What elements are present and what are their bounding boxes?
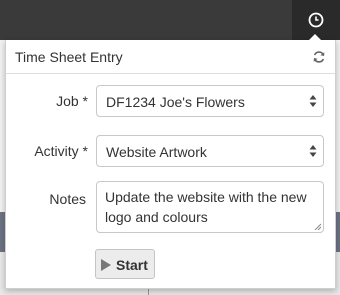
activity-label: Activity * xyxy=(34,143,88,159)
activity-required-mark: * xyxy=(82,143,88,159)
job-required-mark: * xyxy=(82,93,88,109)
activity-select-value: Website Artwork xyxy=(106,144,207,160)
job-label: Job * xyxy=(56,93,88,109)
resize-handle-icon[interactable] xyxy=(314,223,321,230)
job-select-value: DF1234 Joe's Flowers xyxy=(106,94,245,110)
start-button[interactable]: Start xyxy=(95,249,155,279)
start-button-label: Start xyxy=(116,257,148,273)
job-select[interactable]: DF1234 Joe's Flowers xyxy=(96,85,324,117)
popover-caret xyxy=(309,34,321,40)
notes-value: Update the website with the new logo and… xyxy=(105,189,307,225)
popover-header: Time Sheet Entry xyxy=(6,40,335,74)
select-arrows-icon xyxy=(309,95,317,107)
timesheet-popover: Time Sheet Entry Job * DF1234 Joe's Flow… xyxy=(5,40,336,289)
clock-icon xyxy=(308,12,324,28)
select-arrows-icon xyxy=(309,145,317,157)
top-bar xyxy=(0,0,340,40)
popover-title: Time Sheet Entry xyxy=(15,49,123,65)
refresh-icon[interactable] xyxy=(312,50,326,64)
notes-textarea[interactable]: Update the website with the new logo and… xyxy=(96,181,324,233)
play-icon xyxy=(101,259,111,271)
activity-select[interactable]: Website Artwork xyxy=(96,135,324,167)
notes-label: Notes xyxy=(49,191,86,207)
